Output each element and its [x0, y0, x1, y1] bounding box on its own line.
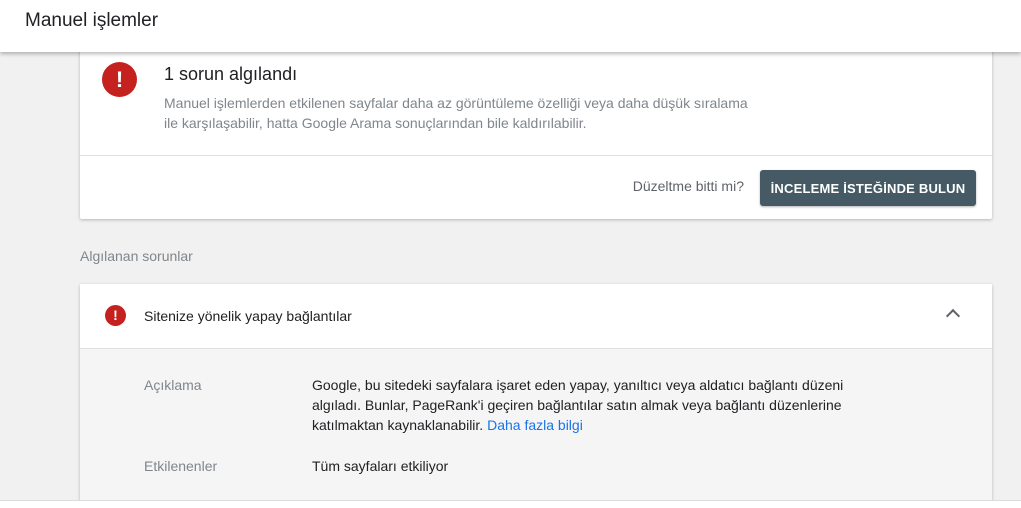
affected-value: Tüm sayfaları etkiliyor: [312, 458, 449, 474]
page-title: Manuel işlemler: [25, 10, 159, 31]
manual-actions-page: Manuel işlemler ! 1 sorun algılandı Manu…: [0, 0, 1021, 508]
request-review-button[interactable]: İNCELEME İSTEĞİNDE BULUN: [760, 170, 976, 206]
fix-question: Düzeltme bitti mi?: [632, 178, 744, 194]
chevron-up-icon[interactable]: [945, 308, 961, 324]
page-header: Manuel işlemler: [0, 0, 1021, 52]
issue-header[interactable]: ! Sitenize yönelik yapay bağlantılar: [80, 284, 992, 348]
summary-description: Manuel işlemlerden etkilenen sayfalar da…: [164, 95, 748, 131]
summary-title: 1 sorun algılandı: [164, 64, 298, 84]
detected-issues-heading: Algılanan sorunlar: [80, 248, 193, 264]
divider: [80, 155, 992, 156]
issue-details: Açıklama Google, bu sitedeki sayfalara i…: [80, 348, 992, 508]
description-label: Açıklama: [144, 377, 202, 393]
summary-card: ! 1 sorun algılandı Manuel işlemlerden e…: [80, 40, 992, 219]
issue-card: ! Sitenize yönelik yapay bağlantılar Açı…: [80, 284, 992, 508]
bottom-edge: [0, 500, 1021, 508]
error-icon: !: [105, 305, 126, 326]
alert-icon: !: [102, 62, 137, 97]
issue-title: Sitenize yönelik yapay bağlantılar: [144, 308, 352, 324]
affected-label: Etkilenenler: [144, 458, 218, 474]
description-value: Google, bu sitedeki sayfalara işaret ede…: [312, 375, 892, 435]
learn-more-link[interactable]: Daha fazla bilgi: [487, 417, 583, 433]
